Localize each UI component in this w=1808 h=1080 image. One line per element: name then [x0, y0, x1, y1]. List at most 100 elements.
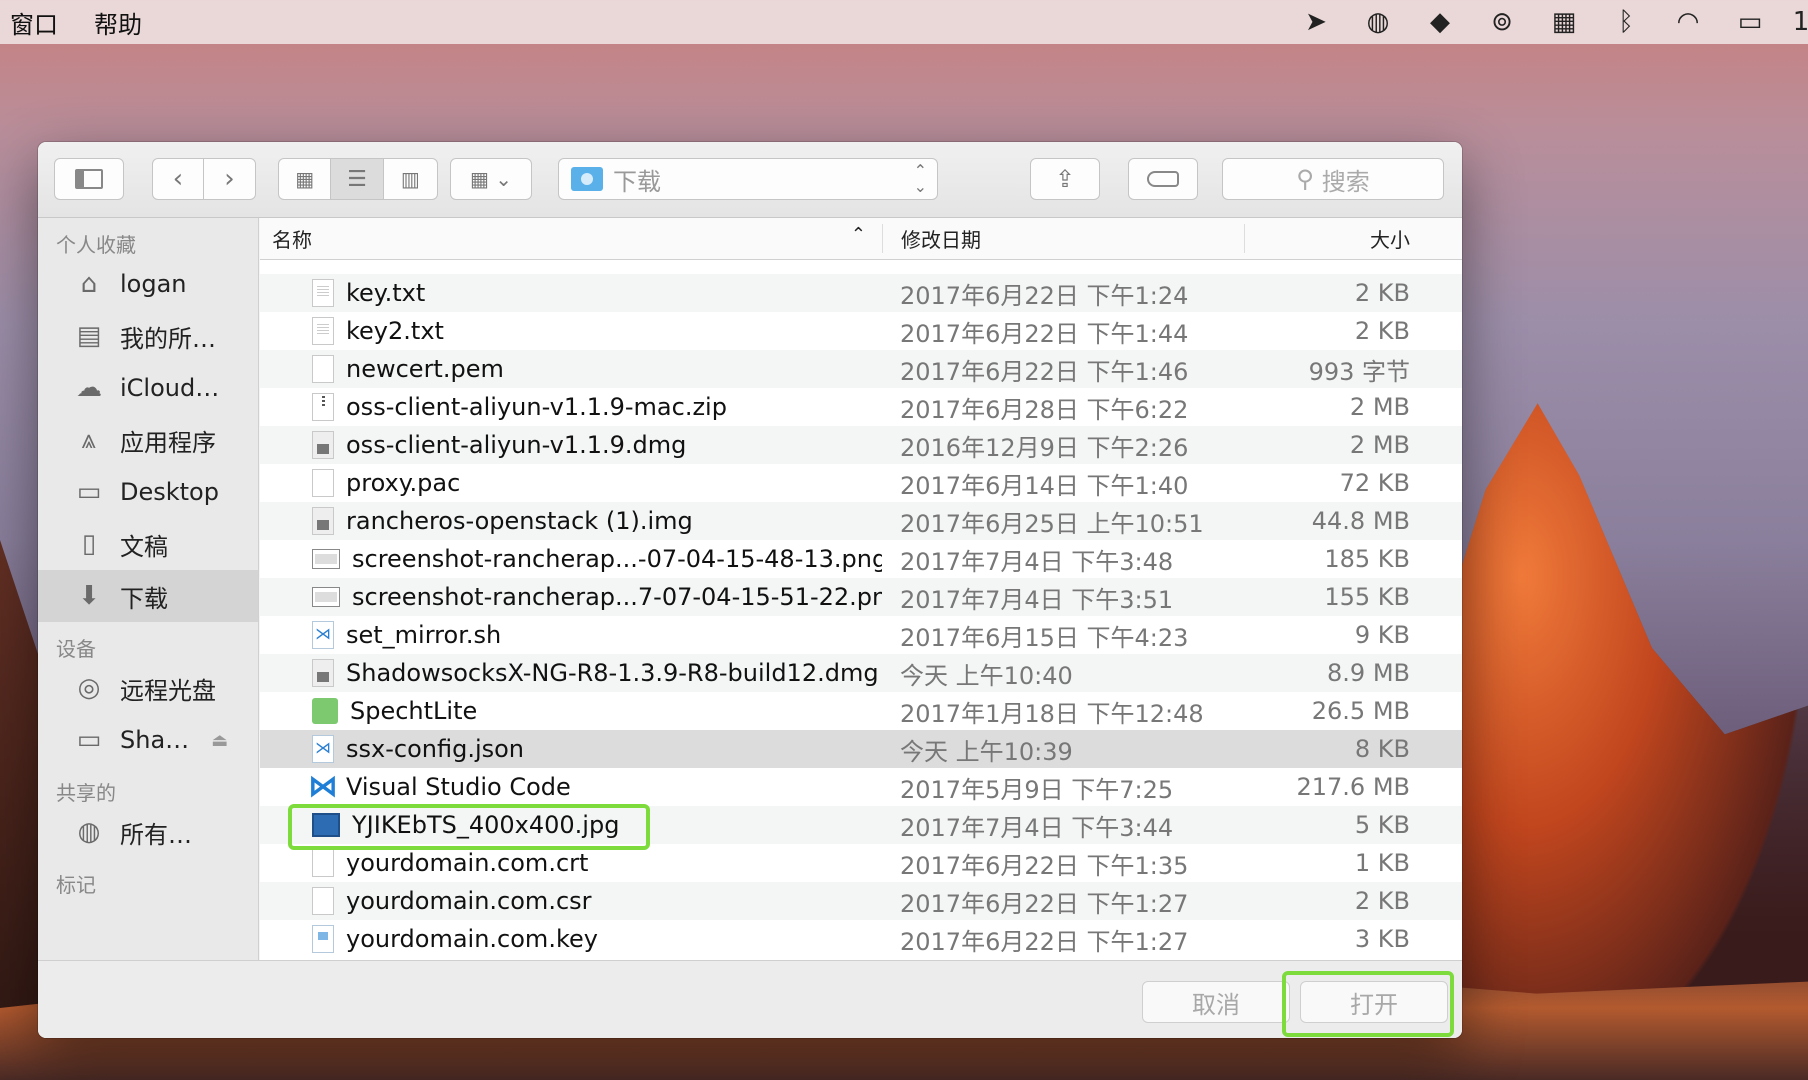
table-row[interactable]: ShadowsocksX-NG-R8-1.3.9-R8-build12.dmg 今…: [260, 654, 1462, 692]
file-date: 2017年6月22日 下午1:27: [900, 889, 1189, 918]
disc-icon: ◎: [77, 673, 101, 703]
file-dmg-icon: [312, 507, 334, 535]
file-date: 2017年6月14日 下午1:40: [900, 471, 1189, 500]
table-row[interactable]: oss-client-aliyun-v1.1.9-mac.zip 2017年6月2…: [260, 388, 1462, 426]
file-name-cell: screenshot-rancherap...-07-04-15-48-13.p…: [260, 545, 882, 573]
list-view-button[interactable]: ☰: [331, 159, 384, 199]
arrange-grid-icon: ▦ ⌄: [469, 167, 512, 191]
sidebar-device-item[interactable]: ▭ Sha… ⏏: [38, 714, 258, 766]
column-date-header[interactable]: 修改日期: [882, 224, 1244, 253]
list-header: 名称 ⌃ 修改日期 大小: [260, 218, 1462, 260]
downloads-folder-icon: [571, 167, 603, 191]
cancel-button[interactable]: 取消: [1142, 981, 1290, 1023]
file-date: 2016年12月9日 下午2:26: [900, 433, 1189, 462]
sidebar-item-label: 文稿: [120, 532, 168, 561]
wechat-icon[interactable]: ◍: [1360, 7, 1396, 37]
file-size: 8 KB: [1354, 735, 1410, 763]
file-name: yourdomain.com.crt: [346, 849, 589, 877]
sidebar-shared-item[interactable]: ◍ 所有…: [38, 806, 258, 858]
bluetooth-icon[interactable]: ᛒ: [1608, 7, 1644, 37]
table-row[interactable]: key.txt 2017年6月22日 下午1:24 2 KB: [260, 274, 1462, 312]
column-name-header[interactable]: 名称 ⌃: [260, 224, 882, 253]
file-name: screenshot-rancherap...-07-04-15-48-13.p…: [352, 545, 882, 573]
sidebar-favorite-item[interactable]: ▯ 文稿: [38, 518, 258, 570]
file-name-cell: yourdomain.com.csr: [260, 887, 882, 915]
eject-icon[interactable]: ⏏: [211, 730, 228, 751]
file-date: 今天 上午10:40: [900, 661, 1073, 690]
menu-window[interactable]: 窗口: [0, 5, 76, 40]
table-row[interactable]: yourdomain.com.crt 2017年6月22日 下午1:35 1 KB: [260, 844, 1462, 882]
wifi-icon[interactable]: ◠: [1670, 7, 1706, 37]
table-row[interactable]: YJIKEbTS_400x400.jpg 2017年7月4日 下午3:44 5 KB: [260, 806, 1462, 844]
menu-help[interactable]: 帮助: [76, 5, 160, 40]
table-row[interactable]: key2.txt 2017年6月22日 下午1:44 2 KB: [260, 312, 1462, 350]
sidebar-toggle-button[interactable]: [54, 158, 124, 200]
file-rows: key.txt 2017年6月22日 下午1:24 2 KB key2.txt 2017…: [260, 260, 1462, 958]
paper-plane-icon[interactable]: ➤: [1298, 7, 1334, 37]
path-popup-button[interactable]: 下载 ⌃ ⌄: [558, 158, 938, 200]
table-row-partial: [260, 260, 1462, 274]
file-date: 2017年7月4日 下午3:48: [900, 547, 1174, 576]
status-tray: ➤ ◍ ◆ ⊚ ▦ ᛒ ◠ ▭ 1: [1298, 0, 1808, 44]
table-row[interactable]: screenshot-rancherap...7-07-04-15-51-22.…: [260, 578, 1462, 616]
sidebar-favorite-item[interactable]: ▤ 我的所…: [38, 310, 258, 362]
file-name: Visual Studio Code: [346, 773, 571, 801]
sidebar-item-label: 所有…: [120, 820, 192, 849]
column-size-label: 大小: [1370, 228, 1410, 252]
clock-fragment[interactable]: 1: [1793, 7, 1808, 37]
table-row[interactable]: yourdomain.com.csr 2017年6月22日 下午1:27 2 KB: [260, 882, 1462, 920]
file-name: newcert.pem: [346, 355, 504, 383]
file-size: 217.6 MB: [1296, 773, 1410, 801]
sidebar-favorite-item[interactable]: ⌂ logan: [38, 258, 258, 310]
forward-button[interactable]: ›: [204, 159, 255, 199]
file-size: 185 KB: [1324, 545, 1410, 573]
file-txt-icon: [312, 317, 334, 345]
icon-view-button[interactable]: ▦: [279, 159, 332, 199]
file-name: YJIKEbTS_400x400.jpg: [352, 811, 620, 839]
table-row[interactable]: oss-client-aliyun-v1.1.9.dmg 2016年12月9日 下…: [260, 426, 1462, 464]
file-size: 9 KB: [1354, 621, 1410, 649]
table-row[interactable]: screenshot-rancherap...-07-04-15-48-13.p…: [260, 540, 1462, 578]
file-name-cell: yourdomain.com.key: [260, 925, 882, 953]
table-row[interactable]: set_mirror.sh 2017年6月15日 下午4:23 9 KB: [260, 616, 1462, 654]
file-date: 2017年7月4日 下午3:44: [900, 813, 1174, 842]
sidebar-item-label: iCloud…: [120, 374, 220, 402]
desktop-icon: ▭: [76, 477, 102, 507]
column-size-header[interactable]: 大小: [1244, 224, 1434, 253]
file-date: 2017年7月4日 下午3:51: [900, 585, 1174, 614]
table-row[interactable]: rancheros-openstack (1).img 2017年6月25日 上午…: [260, 502, 1462, 540]
back-button[interactable]: ‹: [153, 159, 205, 199]
airplay-icon[interactable]: ▭: [1732, 7, 1768, 37]
table-row[interactable]: ssx-config.json 今天 上午10:39 8 KB: [260, 730, 1462, 768]
docker-icon[interactable]: ▦: [1546, 7, 1582, 37]
sidebar-favorite-item[interactable]: ⬇ 下载: [38, 570, 258, 622]
view-mode-segment: ▦ ☰ ▥: [278, 158, 438, 200]
sidebar-favorite-item[interactable]: ⩓ 应用程序: [38, 414, 258, 466]
bolt-diamond-icon[interactable]: ◆: [1422, 7, 1458, 37]
column-date-label: 修改日期: [901, 228, 981, 252]
tag-button[interactable]: [1128, 158, 1198, 200]
table-row[interactable]: Visual Studio Code 2017年5月9日 下午7:25 217.6 …: [260, 768, 1462, 806]
column-view-button[interactable]: ▥: [384, 159, 437, 199]
file-name-cell: rancheros-openstack (1).img: [260, 507, 882, 535]
sidebar-item-label: 下载: [120, 584, 168, 613]
sidebar-item-label: Desktop: [120, 478, 219, 506]
file-name-cell: oss-client-aliyun-v1.1.9.dmg: [260, 431, 882, 459]
sidebar-device-item[interactable]: ◎ 远程光盘: [38, 662, 258, 714]
sidebar-favorite-item[interactable]: ▭ Desktop: [38, 466, 258, 518]
sidebar-favorite-item[interactable]: ☁ iCloud…: [38, 362, 258, 414]
open-file-dialog: ‹ › ▦ ☰ ▥ ▦ ⌄ 下载 ⌃ ⌄ ⇪ ⚲ 搜索 个人收藏 ⌂ logan ▤ 我的…: [38, 142, 1462, 1038]
open-button[interactable]: 打开: [1300, 981, 1448, 1023]
file-img-icon: [312, 587, 340, 607]
share-button[interactable]: ⇪: [1030, 158, 1100, 200]
file-size: 2 KB: [1354, 887, 1410, 915]
table-row[interactable]: SpechtLite 2017年1月18日 下午12:48 26.5 MB: [260, 692, 1462, 730]
table-row[interactable]: newcert.pem 2017年6月22日 下午1:46 993 字节: [260, 350, 1462, 388]
search-field[interactable]: ⚲ 搜索: [1222, 158, 1444, 200]
table-row[interactable]: yourdomain.com.key 2017年6月22日 下午1:27 3 KB: [260, 920, 1462, 958]
creative-cloud-icon[interactable]: ⊚: [1484, 7, 1520, 37]
cancel-label: 取消: [1192, 990, 1240, 1019]
file-vs-icon: [312, 621, 334, 649]
arrange-button[interactable]: ▦ ⌄: [450, 158, 532, 200]
table-row[interactable]: proxy.pac 2017年6月14日 下午1:40 72 KB: [260, 464, 1462, 502]
